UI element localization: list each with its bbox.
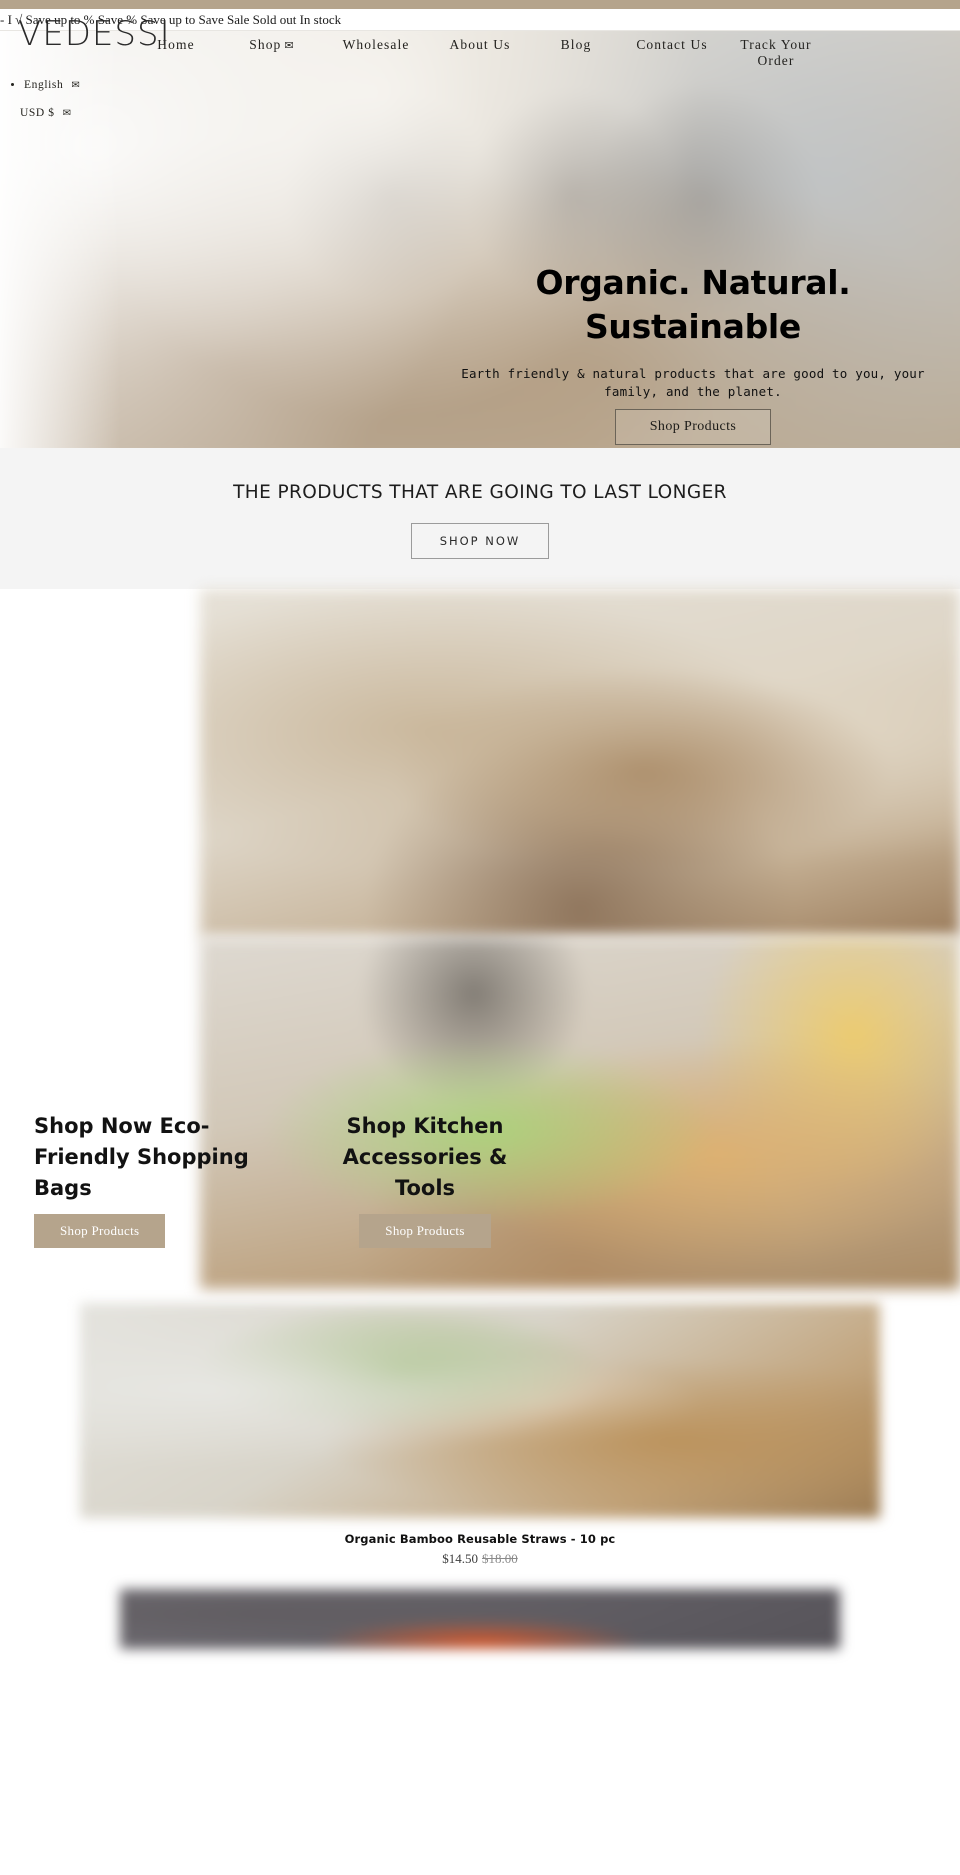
promo-shop-now-button[interactable]: SHOP NOW (410, 523, 550, 559)
hero-section: Home Shop ✉ Wholesale About Us Blog Conta… (0, 31, 960, 448)
hero-subtitle-line-2: family, and the planet. (604, 384, 782, 399)
product-card[interactable]: Organic Bamboo Reusable Straws - 10 pc $… (0, 1303, 960, 1567)
nav-item-about-us[interactable]: About Us (432, 37, 528, 69)
collection-heading: Shop Now Eco-Friendly Shopping Bags (34, 1114, 249, 1200)
hero-content: Organic. Natural. Sustainable Earth frie… (458, 261, 928, 445)
nav-item-contact-us[interactable]: Contact Us (624, 37, 720, 69)
chevron-down-icon: ✉ (71, 80, 81, 91)
chevron-down-icon: ✉ (284, 40, 295, 52)
promo-banner: THE PRODUCTS THAT ARE GOING TO LAST LONG… (0, 448, 960, 589)
product-title[interactable]: Organic Bamboo Reusable Straws - 10 pc (0, 1532, 960, 1546)
nav-label: Blog (560, 37, 592, 52)
collection-tile-shopping-bags: Shop Now Eco-Friendly Shopping Bags Shop… (34, 1111, 294, 1248)
collection-shop-products-button[interactable]: Shop Products (34, 1214, 166, 1248)
announcement-bar: - I √ Save up to % Save % Save up to Sav… (0, 9, 960, 51)
nav-item-track-your-order[interactable]: Track Your Order (720, 37, 832, 69)
collection-tile-kitchen-accessories: Shop Kitchen Accessories & Tools Shop Pr… (310, 1111, 540, 1248)
product-price-row: $14.50 $18.00 (0, 1551, 960, 1567)
nav-label: Contact Us (636, 37, 708, 52)
promo-title: THE PRODUCTS THAT ARE GOING TO LAST LONG… (233, 482, 727, 503)
product-sale-price: $14.50 (442, 1551, 478, 1566)
nav-item-wholesale[interactable]: Wholesale (320, 37, 432, 69)
hero-subtitle-line-1: Earth friendly & natural products that a… (461, 366, 925, 381)
product-image-next[interactable] (120, 1589, 840, 1649)
hero-shop-products-button[interactable]: Shop Products (614, 409, 772, 445)
site-logo[interactable]: VEDESSI (18, 17, 171, 51)
currency-selector[interactable]: USD $ ✉ (20, 107, 80, 119)
nav-label: Track Your Order (740, 37, 812, 68)
hero-title-line-2: Sustainable (584, 307, 802, 346)
locale-selectors: English ✉ USD $ ✉ (10, 79, 80, 135)
nav-label: Wholesale (342, 37, 410, 52)
collection-image-shopping-bags[interactable] (200, 589, 960, 937)
currency-label: USD $ (20, 107, 55, 119)
hero-subtitle: Earth friendly & natural products that a… (458, 365, 928, 401)
nav-item-blog[interactable]: Blog (528, 37, 624, 69)
collection-shop-products-button[interactable]: Shop Products (359, 1214, 491, 1248)
product-compare-price: $18.00 (482, 1551, 518, 1566)
nav-item-shop[interactable]: Shop ✉ (224, 37, 320, 69)
chevron-down-icon: ✉ (62, 108, 72, 119)
collections-section: Shop Now Eco-Friendly Shopping Bags Shop… (0, 589, 960, 1289)
nav-label: Shop (249, 37, 282, 52)
nav-label: About Us (449, 37, 511, 52)
language-label: English (24, 79, 64, 91)
products-section: Organic Bamboo Reusable Straws - 10 pc $… (0, 1289, 960, 1649)
collection-heading: Shop Kitchen Accessories & Tools (342, 1114, 508, 1200)
product-image[interactable] (80, 1303, 880, 1518)
hero-title-line-1: Organic. Natural. (535, 263, 851, 302)
language-selector[interactable]: English ✉ (24, 79, 80, 91)
hero-title: Organic. Natural. Sustainable (458, 261, 928, 349)
top-accent-bar (0, 0, 960, 9)
